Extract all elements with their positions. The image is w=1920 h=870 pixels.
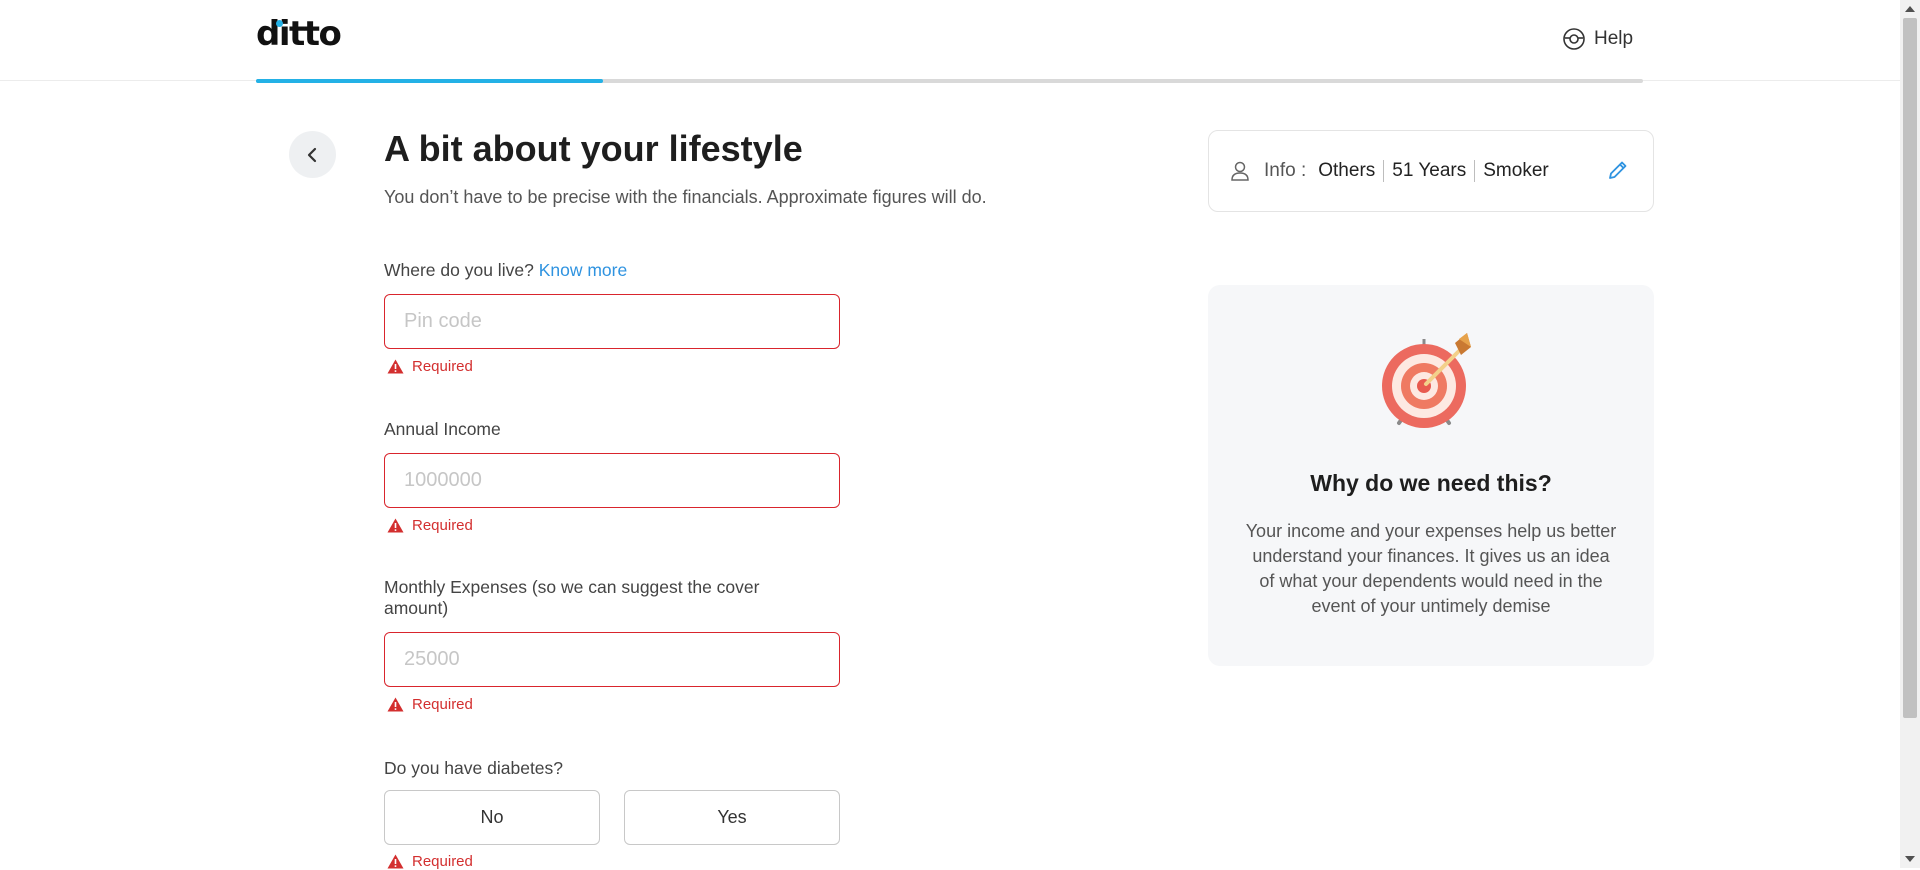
why-description: Your income and your expenses help us be… (1245, 521, 1617, 616)
page-subtitle: You don’t have to be precise with the fi… (384, 187, 987, 207)
diabetes-error-text: Required (412, 853, 473, 870)
info-smoker: Smoker (1483, 160, 1549, 181)
page-scrollbar[interactable] (1900, 0, 1920, 868)
pincode-error: Required (387, 358, 473, 375)
income-error: Required (387, 517, 473, 534)
warning-icon (387, 697, 404, 712)
scrollbar-thumb[interactable] (1903, 18, 1917, 718)
scroll-down-arrow-icon[interactable] (1905, 856, 1915, 862)
diabetes-label: Do you have diabetes? (384, 758, 564, 778)
divider (1383, 160, 1385, 182)
why-info-card: Why do we need this? Your income and you… (1208, 285, 1654, 666)
progress-bar-fill (256, 79, 603, 83)
location-label: Where do you live? Know more (384, 260, 844, 281)
pincode-input[interactable] (384, 294, 840, 349)
expenses-error: Required (387, 696, 473, 713)
scroll-up-arrow-icon[interactable] (1905, 6, 1915, 12)
warning-icon (387, 518, 404, 533)
info-label: Info : (1264, 160, 1307, 181)
help-label: Help (1594, 28, 1634, 49)
back-button[interactable] (289, 131, 336, 178)
progress-bar (256, 79, 1643, 83)
logo-accent-dot (276, 20, 283, 27)
info-summary-card: Info : Others 51 Years Smoker (1208, 130, 1654, 212)
info-gender: Others (1318, 160, 1376, 181)
top-header: ditto Help (0, 0, 1900, 81)
chevron-left-icon (307, 147, 316, 162)
location-label-text: Where do you live? (384, 260, 534, 280)
annual-income-input[interactable] (384, 453, 840, 508)
expenses-error-text: Required (412, 696, 473, 713)
divider (1474, 160, 1476, 182)
warning-icon (387, 359, 404, 374)
diabetes-no-button[interactable]: No (384, 790, 600, 845)
why-title: Why do we need this? (1310, 470, 1552, 496)
pincode-error-text: Required (412, 358, 473, 375)
help-button[interactable]: Help (1562, 27, 1633, 51)
diabetes-yes-button[interactable]: Yes (624, 790, 840, 845)
warning-icon (387, 854, 404, 869)
know-more-link[interactable]: Know more (539, 260, 628, 280)
page-title: A bit about your lifestyle (384, 128, 803, 169)
monthly-expenses-input[interactable] (384, 632, 840, 687)
edit-pencil-icon[interactable] (1607, 159, 1629, 181)
logo-text: ditto (256, 14, 342, 54)
ditto-logo[interactable]: ditto (256, 14, 342, 54)
info-age: 51 Years (1392, 160, 1467, 181)
income-error-text: Required (412, 517, 473, 534)
diabetes-error: Required (387, 853, 473, 870)
expenses-label: Monthly Expenses (so we can suggest the … (384, 577, 760, 618)
user-icon (1231, 161, 1249, 181)
help-lifebuoy-icon (1563, 28, 1585, 50)
income-label: Annual Income (384, 419, 501, 439)
target-dart-icon (1382, 333, 1471, 428)
